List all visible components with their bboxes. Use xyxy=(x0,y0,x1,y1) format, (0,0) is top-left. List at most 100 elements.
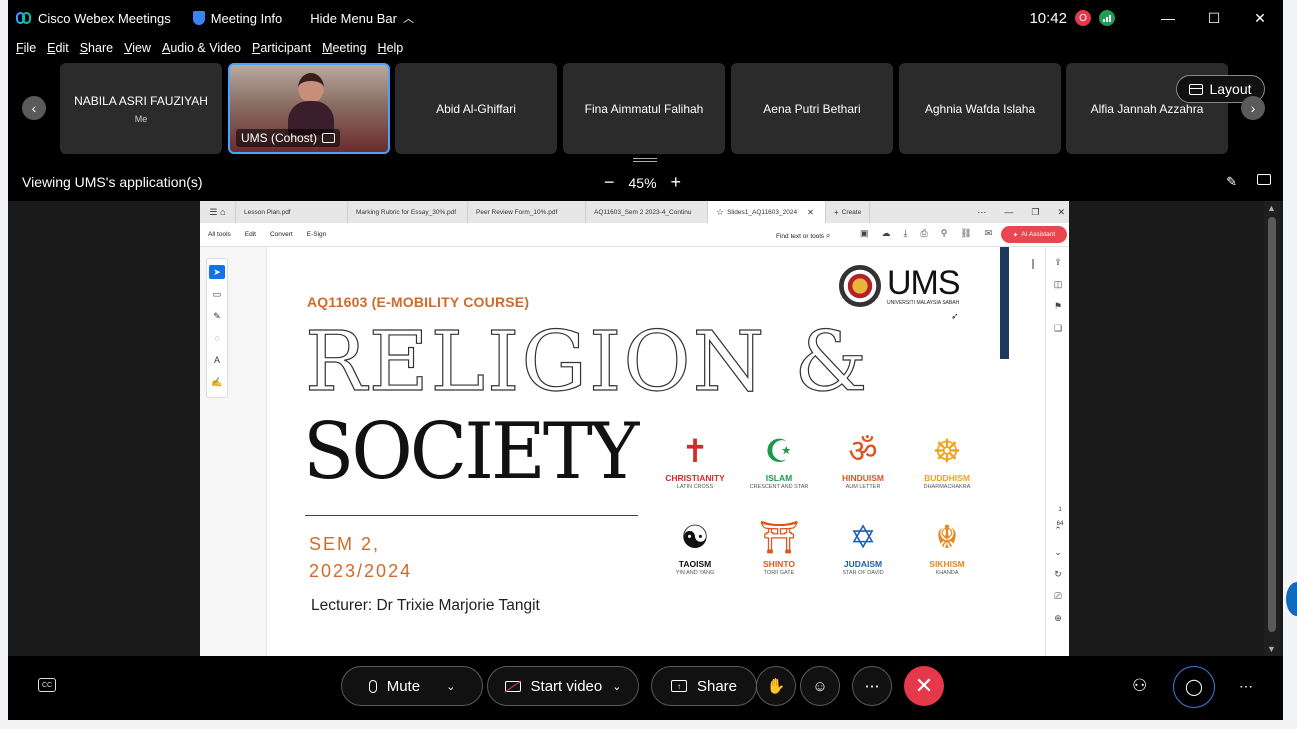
start-video-button[interactable]: Start video ⌄ xyxy=(487,666,639,706)
annotate-icon[interactable]: ✎ xyxy=(1226,174,1237,190)
more-icon[interactable]: ⋯ xyxy=(977,207,986,218)
create-tab[interactable]: + Create xyxy=(826,201,871,223)
leave-meeting-button[interactable]: ✕ xyxy=(904,666,944,706)
ai-assistant-button[interactable]: ✦ AI Assistant xyxy=(1001,226,1067,243)
maximize-button[interactable]: ☐ xyxy=(1191,0,1237,36)
meeting-info-button[interactable]: Meeting Info xyxy=(192,11,282,26)
participant-tile[interactable]: Fina Aimmatul Falihah xyxy=(563,63,725,154)
scroll-down-icon[interactable]: ▼ xyxy=(1267,644,1276,654)
zoom-in-icon[interactable]: ⊕ xyxy=(1051,611,1065,625)
popout-icon[interactable] xyxy=(1257,174,1271,185)
mail-icon[interactable]: ✉ xyxy=(985,228,993,239)
doc-tab-active[interactable]: ☆ Slides1_AQ11603_2024 ✕ xyxy=(708,201,826,223)
shared-content-area: ☰ ⌂ Lesson Plan.pdf Marking Rubric for Es… xyxy=(8,201,1283,656)
menu-share[interactable]: Share xyxy=(80,41,113,55)
minimize-icon[interactable]: — xyxy=(1004,207,1013,217)
download-icon[interactable]: ⤓ xyxy=(904,228,908,239)
search-icon: ⌕ xyxy=(825,231,831,240)
participants-panel-button[interactable]: ⚇ xyxy=(1132,676,1147,696)
page-indicator[interactable]: 1 64 xyxy=(1053,507,1067,527)
religion-symbol-icon: ॐ xyxy=(848,433,878,469)
link-icon[interactable]: ⛓ xyxy=(960,228,971,239)
desktop-edge-bottom xyxy=(0,720,1297,729)
restore-icon[interactable]: ❐ xyxy=(1031,207,1039,218)
emoji-icon: ☺ xyxy=(812,677,828,695)
bookmark-icon[interactable]: ⚑ xyxy=(1051,299,1065,313)
acrobat-toolbar: All tools Edit Convert E-Sign Find text … xyxy=(200,223,1069,247)
rotate-icon[interactable]: ↻ xyxy=(1051,567,1065,581)
doc-tab[interactable]: Marking Rubric for Essay_30%.pdf xyxy=(348,201,468,223)
viewing-label: Viewing UMS's application(s) xyxy=(22,174,203,190)
zoom-out-button[interactable]: − xyxy=(604,172,615,193)
reactions-button[interactable]: ☺ xyxy=(800,666,840,706)
select-cursor-icon[interactable]: ➤ xyxy=(209,265,225,279)
all-tools-menu[interactable]: All tools xyxy=(208,231,231,238)
comments-icon[interactable]: ◫ xyxy=(1051,277,1065,291)
close-window-button[interactable]: ✕ xyxy=(1237,0,1283,36)
shared-scrollbar[interactable]: ▲ ▼ xyxy=(1264,201,1280,656)
shared-scroll-thumb[interactable] xyxy=(1268,217,1276,632)
participant-tile[interactable]: Aghnia Wafda Islaha xyxy=(899,63,1061,154)
closed-captions-button[interactable]: CC xyxy=(38,678,56,692)
doc-tab[interactable]: AQ11603_Sem 2 2023-4_Continu xyxy=(586,201,708,223)
slide-title-line1: RELIGION & xyxy=(304,314,870,410)
menu-audio-video[interactable]: Audio & Video xyxy=(162,41,241,55)
strip-next-button[interactable]: › xyxy=(1241,96,1265,120)
raise-hand-button[interactable]: ✋ xyxy=(756,666,796,706)
hide-menu-bar-button[interactable]: Hide Menu Bar ︿ xyxy=(310,10,414,26)
acrobat-window-controls: ⋯ — ❐ ✕ xyxy=(977,201,1065,223)
comment-icon[interactable]: ▭ xyxy=(209,287,225,301)
pages-icon[interactable]: ❏ xyxy=(1051,321,1065,335)
religion-item: ☯ TAOISM YIN AND YANG xyxy=(653,517,737,576)
close-tab-icon[interactable]: ✕ xyxy=(807,208,814,217)
pen-icon[interactable]: ✎ xyxy=(209,309,225,323)
menu-participant[interactable]: Participant xyxy=(252,41,311,55)
network-signal-icon[interactable] xyxy=(1099,10,1115,26)
recording-indicator[interactable]: O xyxy=(1075,10,1091,26)
share-button[interactable]: ↑ Share xyxy=(651,666,757,706)
save-icon[interactable]: ▣ xyxy=(860,228,869,239)
participant-tile-active-video[interactable]: UMS (Cohost) xyxy=(228,63,390,154)
chat-button[interactable]: ◯ xyxy=(1173,666,1215,708)
signature-icon[interactable]: ✍ xyxy=(209,375,225,389)
menu-file[interactable]: File xyxy=(16,41,36,55)
window-controls: 10:42 O — ☐ ✕ xyxy=(1029,0,1283,36)
participant-tile[interactable]: Aena Putri Bethari xyxy=(731,63,893,154)
right-tool-rail: ⇪ ◫ ⚑ ❏ ⌃ ⌄ ↻ ⎚ ⊕ xyxy=(1045,247,1069,656)
zoom-in-button[interactable]: + xyxy=(671,172,682,193)
resize-handle[interactable] xyxy=(633,158,657,162)
panel-more-button[interactable]: ⋯ xyxy=(1239,678,1253,695)
esign-menu[interactable]: E-Sign xyxy=(307,231,327,238)
chevron-down-icon[interactable]: ⌄ xyxy=(446,680,455,693)
doc-tab[interactable]: Peer Review Form_10%.pdf xyxy=(468,201,586,223)
page-scroll-thumb[interactable] xyxy=(1000,247,1009,359)
mute-button[interactable]: Mute ⌄ xyxy=(341,666,483,706)
share-link-icon[interactable]: ⚲ xyxy=(941,228,948,239)
close-icon[interactable]: ✕ xyxy=(1057,207,1065,218)
print-icon[interactable]: ⎙ xyxy=(921,228,928,239)
participant-video xyxy=(288,71,334,135)
menu-edit[interactable]: Edit xyxy=(47,41,69,55)
lasso-icon[interactable]: ◌ xyxy=(209,331,225,345)
page-scrollbar[interactable] xyxy=(1000,247,1045,656)
strip-prev-button[interactable]: ‹ xyxy=(22,96,46,120)
scroll-up-icon[interactable]: ▲ xyxy=(1267,203,1276,213)
menu-help[interactable]: Help xyxy=(378,41,404,55)
find-tools-search[interactable]: Find text or tools ⌕ xyxy=(776,231,830,241)
convert-menu[interactable]: Convert xyxy=(270,231,293,238)
participant-tile[interactable]: NABILA ASRI FAUZIYAH Me xyxy=(60,63,222,154)
export-icon[interactable]: ⇪ xyxy=(1051,255,1065,269)
home-tab[interactable]: ☰ ⌂ xyxy=(200,201,236,223)
more-options-button[interactable]: ⋯ xyxy=(852,666,892,706)
edit-menu[interactable]: Edit xyxy=(245,231,256,238)
page-fit-icon[interactable]: ⎚ xyxy=(1051,589,1065,603)
participant-tile[interactable]: Abid Al-Ghiffari xyxy=(395,63,557,154)
upload-icon[interactable]: ☁ xyxy=(882,228,891,239)
chevron-down-icon[interactable]: ⌄ xyxy=(612,680,621,693)
chevron-down-icon[interactable]: ⌄ xyxy=(1051,545,1065,559)
menu-meeting[interactable]: Meeting xyxy=(322,41,366,55)
minimize-button[interactable]: — xyxy=(1145,0,1191,36)
doc-tab[interactable]: Lesson Plan.pdf xyxy=(236,201,348,223)
menu-view[interactable]: View xyxy=(124,41,151,55)
text-box-icon[interactable]: A xyxy=(209,353,225,367)
